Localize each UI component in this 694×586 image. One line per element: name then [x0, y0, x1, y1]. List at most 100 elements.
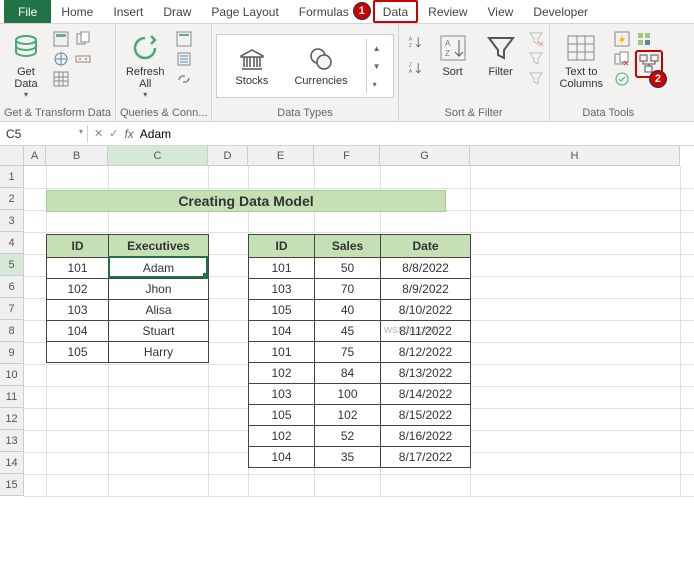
table-row[interactable]: 1051028/15/2022 [249, 405, 471, 426]
table-cell[interactable]: 102 [47, 279, 109, 300]
row-header-2[interactable]: 2 [0, 188, 24, 210]
row-header-12[interactable]: 12 [0, 408, 24, 430]
table-row[interactable]: 105408/10/2022 [249, 300, 471, 321]
table-row[interactable]: 101758/12/2022 [249, 342, 471, 363]
reapply-button[interactable] [527, 50, 545, 68]
table-cell[interactable]: 8/13/2022 [381, 363, 471, 384]
row-header-3[interactable]: 3 [0, 210, 24, 232]
table-row[interactable]: 101Adam [47, 258, 209, 279]
table-cell[interactable]: 100 [315, 384, 381, 405]
table-cell[interactable]: 84 [315, 363, 381, 384]
table-cell[interactable]: 101 [249, 258, 315, 279]
tab-formulas[interactable]: Formulas [289, 0, 351, 23]
sort-az-button[interactable]: AZ [403, 30, 427, 54]
table-cell[interactable]: 105 [249, 300, 315, 321]
table-cell[interactable]: 8/9/2022 [381, 279, 471, 300]
col-header-B[interactable]: B [46, 146, 108, 166]
col-header-F[interactable]: F [314, 146, 380, 166]
table-cell[interactable]: 45 [315, 321, 381, 342]
col-header-A[interactable]: A [24, 146, 46, 166]
cell-grid[interactable]: Creating Data Model IDExecutives101Adam1… [24, 166, 694, 496]
row-header-13[interactable]: 13 [0, 430, 24, 452]
table-row[interactable]: 104Stuart [47, 321, 209, 342]
fx-icon[interactable]: fx [124, 127, 133, 141]
refresh-all-button[interactable]: Refresh All ▾ [120, 30, 171, 101]
col-header-H[interactable]: H [470, 146, 680, 166]
table-cell[interactable]: 103 [47, 300, 109, 321]
filter-button[interactable]: Filter [479, 30, 523, 80]
edit-links-button[interactable] [175, 70, 193, 88]
table-cell[interactable]: 103 [249, 279, 315, 300]
row-header-14[interactable]: 14 [0, 452, 24, 474]
table-cell[interactable]: 8/14/2022 [381, 384, 471, 405]
remove-duplicates-button[interactable] [613, 50, 631, 68]
formula-input[interactable] [140, 127, 688, 141]
col-header-E[interactable]: E [248, 146, 314, 166]
table-row[interactable]: 103708/9/2022 [249, 279, 471, 300]
table-cell[interactable]: 104 [249, 447, 315, 468]
table-cell[interactable]: 8/12/2022 [381, 342, 471, 363]
select-all-corner[interactable] [0, 146, 24, 166]
table-cell[interactable]: 8/16/2022 [381, 426, 471, 447]
data-validation-button[interactable] [613, 70, 631, 88]
table-cell[interactable]: 70 [315, 279, 381, 300]
queries-connections-button[interactable] [175, 30, 193, 48]
col-header-G[interactable]: G [380, 146, 470, 166]
table-cell[interactable]: 8/10/2022 [381, 300, 471, 321]
table-row[interactable]: 1031008/14/2022 [249, 384, 471, 405]
properties-button[interactable] [175, 50, 193, 68]
table-row[interactable]: 101508/8/2022 [249, 258, 471, 279]
table-cell[interactable]: Jhon [109, 279, 209, 300]
row-header-6[interactable]: 6 [0, 276, 24, 298]
tab-home[interactable]: Home [51, 0, 103, 23]
col-header-D[interactable]: D [208, 146, 248, 166]
row-header-10[interactable]: 10 [0, 364, 24, 386]
table-cell[interactable]: 75 [315, 342, 381, 363]
row-header-9[interactable]: 9 [0, 342, 24, 364]
tab-data[interactable]: Data [373, 0, 418, 23]
row-header-7[interactable]: 7 [0, 298, 24, 320]
table-row[interactable]: 103Alisa [47, 300, 209, 321]
tab-view[interactable]: View [478, 0, 524, 23]
tab-file[interactable]: File [4, 0, 51, 23]
table-cell[interactable]: 8/17/2022 [381, 447, 471, 468]
row-header-8[interactable]: 8 [0, 320, 24, 342]
worksheet[interactable]: ABCDEFGH 123456789101112131415 Creating … [0, 146, 694, 496]
from-table-button[interactable] [52, 70, 70, 88]
table-row[interactable]: 102528/16/2022 [249, 426, 471, 447]
gallery-scroll[interactable]: ▲ ▼ ▾ [366, 39, 383, 93]
table-cell[interactable]: 8/15/2022 [381, 405, 471, 426]
table-row[interactable]: 102848/13/2022 [249, 363, 471, 384]
enter-icon[interactable]: ✓ [109, 127, 118, 140]
recent-sources-button[interactable] [74, 30, 92, 48]
tab-page-layout[interactable]: Page Layout [201, 0, 288, 23]
tab-developer[interactable]: Developer [523, 0, 598, 23]
tab-review[interactable]: Review [418, 0, 477, 23]
table-cell[interactable]: Alisa [109, 300, 209, 321]
existing-connections-button[interactable] [74, 50, 92, 68]
table-cell[interactable]: 103 [249, 384, 315, 405]
table-cell[interactable]: Stuart [109, 321, 209, 342]
table-cell[interactable]: 40 [315, 300, 381, 321]
table-cell[interactable]: Harry [109, 342, 209, 363]
row-header-1[interactable]: 1 [0, 166, 24, 188]
scroll-down-icon[interactable]: ▼ [371, 62, 383, 71]
row-header-4[interactable]: 4 [0, 232, 24, 254]
name-box[interactable]: C5 [0, 125, 88, 143]
scroll-up-icon[interactable]: ▲ [371, 44, 383, 53]
sort-button[interactable]: AZ Sort [431, 30, 475, 80]
table-cell[interactable]: 105 [47, 342, 109, 363]
table-row[interactable]: 104358/17/2022 [249, 447, 471, 468]
table-cell[interactable]: 50 [315, 258, 381, 279]
advanced-button[interactable] [527, 70, 545, 88]
table-cell[interactable]: 101 [249, 342, 315, 363]
row-headers[interactable]: 123456789101112131415 [0, 166, 24, 496]
flash-fill-button[interactable] [613, 30, 631, 48]
currencies-type[interactable]: Currencies [286, 41, 355, 91]
stocks-type[interactable]: Stocks [227, 41, 276, 91]
table-cell[interactable]: 102 [315, 405, 381, 426]
table-cell[interactable]: 105 [249, 405, 315, 426]
from-text-csv-button[interactable] [52, 30, 70, 48]
table-cell[interactable]: 104 [249, 321, 315, 342]
row-header-5[interactable]: 5 [0, 254, 24, 276]
